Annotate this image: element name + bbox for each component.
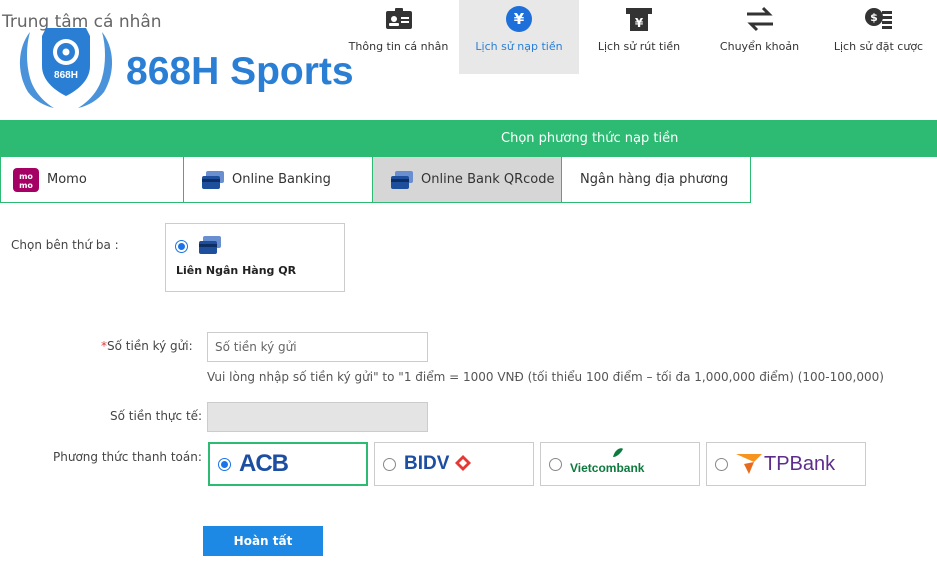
logo-badge-text: 868H <box>54 70 78 81</box>
nav-label: Lịch sử nạp tiền <box>475 40 563 53</box>
nav-label: Lịch sử đặt cược <box>833 40 924 53</box>
bank-radio[interactable] <box>383 457 396 471</box>
yen-coin-icon: ¥ <box>504 4 534 34</box>
transfer-arrows-icon <box>745 4 775 34</box>
laurel-shield-icon: 868H <box>19 28 113 108</box>
svg-text:¥: ¥ <box>635 16 644 30</box>
payment-method-tabs: mo mo Momo Online Banking Online Bank QRc… <box>0 157 751 203</box>
bidv-diamond-icon <box>453 453 473 476</box>
tab-online-banking[interactable]: Online Banking <box>184 157 373 203</box>
bank-option-acb[interactable]: ACB <box>208 442 368 486</box>
vietcombank-logo: Vietcombank <box>570 461 645 475</box>
acb-logo: ACB <box>239 450 289 477</box>
nav-item-transfer[interactable]: Chuyển khoản <box>699 0 820 74</box>
tab-local-bank[interactable]: Ngân hàng địa phương <box>562 157 751 203</box>
bank-radio[interactable] <box>549 457 562 471</box>
submit-button[interactable]: Hoàn tất <box>203 526 323 556</box>
tab-label: Momo <box>47 172 87 187</box>
logo-text: 868H Sports <box>126 50 354 93</box>
nav-item-bet-history[interactable]: $ Lịch sử đặt cược <box>820 0 937 74</box>
tpbank-logo: TPBank <box>764 452 836 475</box>
tpbank-mark-icon <box>736 452 762 477</box>
payment-method-label: Phương thức thanh toán: <box>53 450 202 464</box>
svg-text:mo: mo <box>19 181 33 190</box>
card-icon <box>391 170 413 189</box>
svg-text:¥: ¥ <box>514 10 525 28</box>
svg-text:mo: mo <box>19 172 33 181</box>
amount-input[interactable] <box>207 332 428 362</box>
nav-label: Thông tin cá nhân <box>348 40 449 53</box>
coin-stack-icon: $ <box>864 4 894 34</box>
bank-option-vietcombank[interactable]: Vietcombank <box>540 442 700 486</box>
svg-text:$: $ <box>870 11 878 24</box>
bank-option-bidv[interactable]: BIDV <box>374 442 534 486</box>
tab-label: Online Bank QRcode <box>421 172 555 187</box>
actual-amount-label: Số tiền thực tế: <box>110 409 203 423</box>
third-party-option[interactable]: Liên Ngân Hàng QR <box>165 223 345 292</box>
momo-icon: mo mo <box>13 167 39 192</box>
third-party-radio[interactable] <box>175 240 188 253</box>
nav-label: Lịch sử rút tiền <box>597 40 681 53</box>
bank-radio[interactable] <box>715 457 728 471</box>
top-nav: Thông tin cá nhân ¥ Lịch sử nạp tiền ¥ L… <box>338 0 937 74</box>
section-title-bar: Chọn phương thức nạp tiền <box>0 120 937 157</box>
amount-label: *Số tiền ký gửi: <box>101 339 193 353</box>
third-party-option-label: Liên Ngân Hàng QR <box>176 264 297 277</box>
bank-option-tpbank[interactable]: TPBank <box>706 442 866 486</box>
tab-label: Online Banking <box>232 172 331 187</box>
tab-momo[interactable]: mo mo Momo <box>0 157 184 203</box>
atm-withdraw-icon: ¥ <box>624 4 654 34</box>
card-icon <box>202 170 224 189</box>
id-card-icon <box>384 4 414 34</box>
nav-item-deposit-history[interactable]: ¥ Lịch sử nạp tiền <box>459 0 579 74</box>
vietcombank-leaf-icon <box>611 447 625 462</box>
amount-hint: Vui lòng nhập số tiền ký gửi" to "1 điểm… <box>207 370 884 384</box>
tab-label: Ngân hàng địa phương <box>580 172 729 187</box>
bidv-logo: BIDV <box>404 453 450 474</box>
third-party-label: Chọn bên thứ ba : <box>11 238 119 252</box>
tab-online-bank-qrcode[interactable]: Online Bank QRcode <box>373 157 562 203</box>
card-icon <box>199 236 221 257</box>
nav-label: Chuyển khoản <box>719 40 800 53</box>
actual-amount-field <box>207 402 428 432</box>
logo[interactable]: 868H 868H Sports <box>8 22 358 110</box>
amount-label-text: Số tiền ký gửi: <box>107 339 193 353</box>
nav-item-withdraw-history[interactable]: ¥ Lịch sử rút tiền <box>579 0 699 74</box>
bank-radio[interactable] <box>218 457 231 471</box>
